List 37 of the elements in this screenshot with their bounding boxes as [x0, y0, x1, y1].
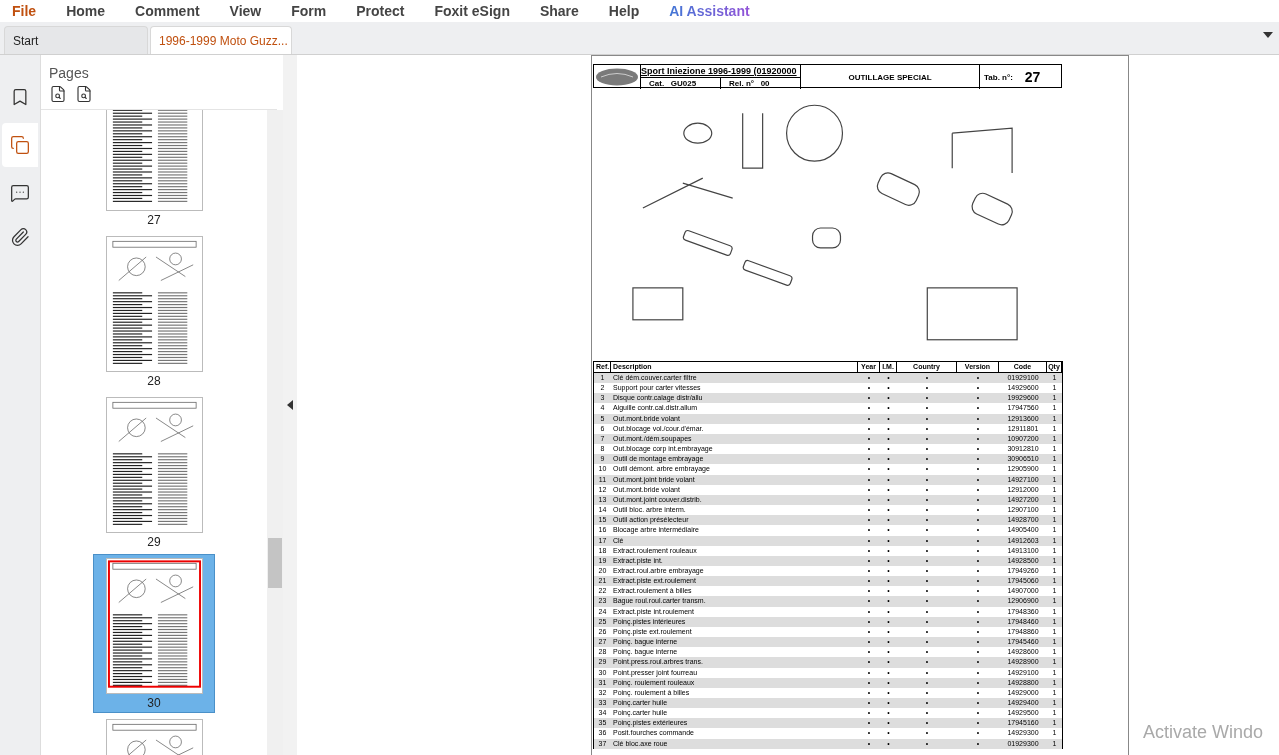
- model-title: Sport Iniezione 1996-1999 (01920000: [641, 65, 800, 78]
- activation-notice: Activate Windo: [1143, 722, 1264, 743]
- page-thumbnail[interactable]: [105, 110, 203, 211]
- menu-item[interactable]: Help: [600, 3, 648, 19]
- release-number: Rel. n° 00: [720, 78, 800, 89]
- paperclip-icon[interactable]: [10, 227, 30, 247]
- collapse-arrow-icon[interactable]: [287, 400, 293, 410]
- menu-item[interactable]: Form: [283, 3, 335, 19]
- catalog-number: Cat. GU025: [648, 78, 698, 89]
- table-number-label: Tab. n°:: [984, 72, 1013, 82]
- page-number: 28: [147, 374, 161, 388]
- document-tab[interactable]: 1996-1999 Moto Guzz...: [150, 26, 292, 54]
- page-thumbnail[interactable]: [105, 558, 203, 694]
- caret-icon[interactable]: [1263, 32, 1273, 38]
- menu-item[interactable]: File: [4, 3, 45, 19]
- menu-item[interactable]: Foxit eSign: [426, 3, 518, 19]
- document-tab[interactable]: Start: [4, 26, 148, 54]
- zoom-in-thumbnail-icon[interactable]: [75, 85, 93, 103]
- logo-icon: [595, 68, 639, 86]
- menu-item[interactable]: Home: [58, 3, 114, 19]
- menu-item[interactable]: View: [221, 3, 270, 19]
- page-number: 27: [147, 213, 161, 227]
- page-thumbnail[interactable]: [105, 397, 203, 533]
- section-title: OUTILLAGE SPECIAL: [801, 65, 980, 89]
- menu-item[interactable]: Protect: [348, 3, 413, 19]
- table-number: 27: [1024, 69, 1041, 85]
- page-number: 29: [147, 535, 161, 549]
- panel-title: Pages: [49, 65, 90, 81]
- zoom-out-thumbnail-icon[interactable]: [49, 85, 67, 103]
- menu-item[interactable]: Comment: [127, 3, 208, 19]
- menu-item[interactable]: Share: [531, 3, 587, 19]
- page-number: 30: [147, 696, 161, 710]
- scrollbar-thumb[interactable]: [268, 538, 282, 588]
- pages-icon[interactable]: [10, 135, 30, 155]
- page-thumbnail[interactable]: [105, 236, 203, 372]
- comment-icon[interactable]: [10, 183, 30, 203]
- selected-thumbnail[interactable]: 30: [93, 554, 215, 713]
